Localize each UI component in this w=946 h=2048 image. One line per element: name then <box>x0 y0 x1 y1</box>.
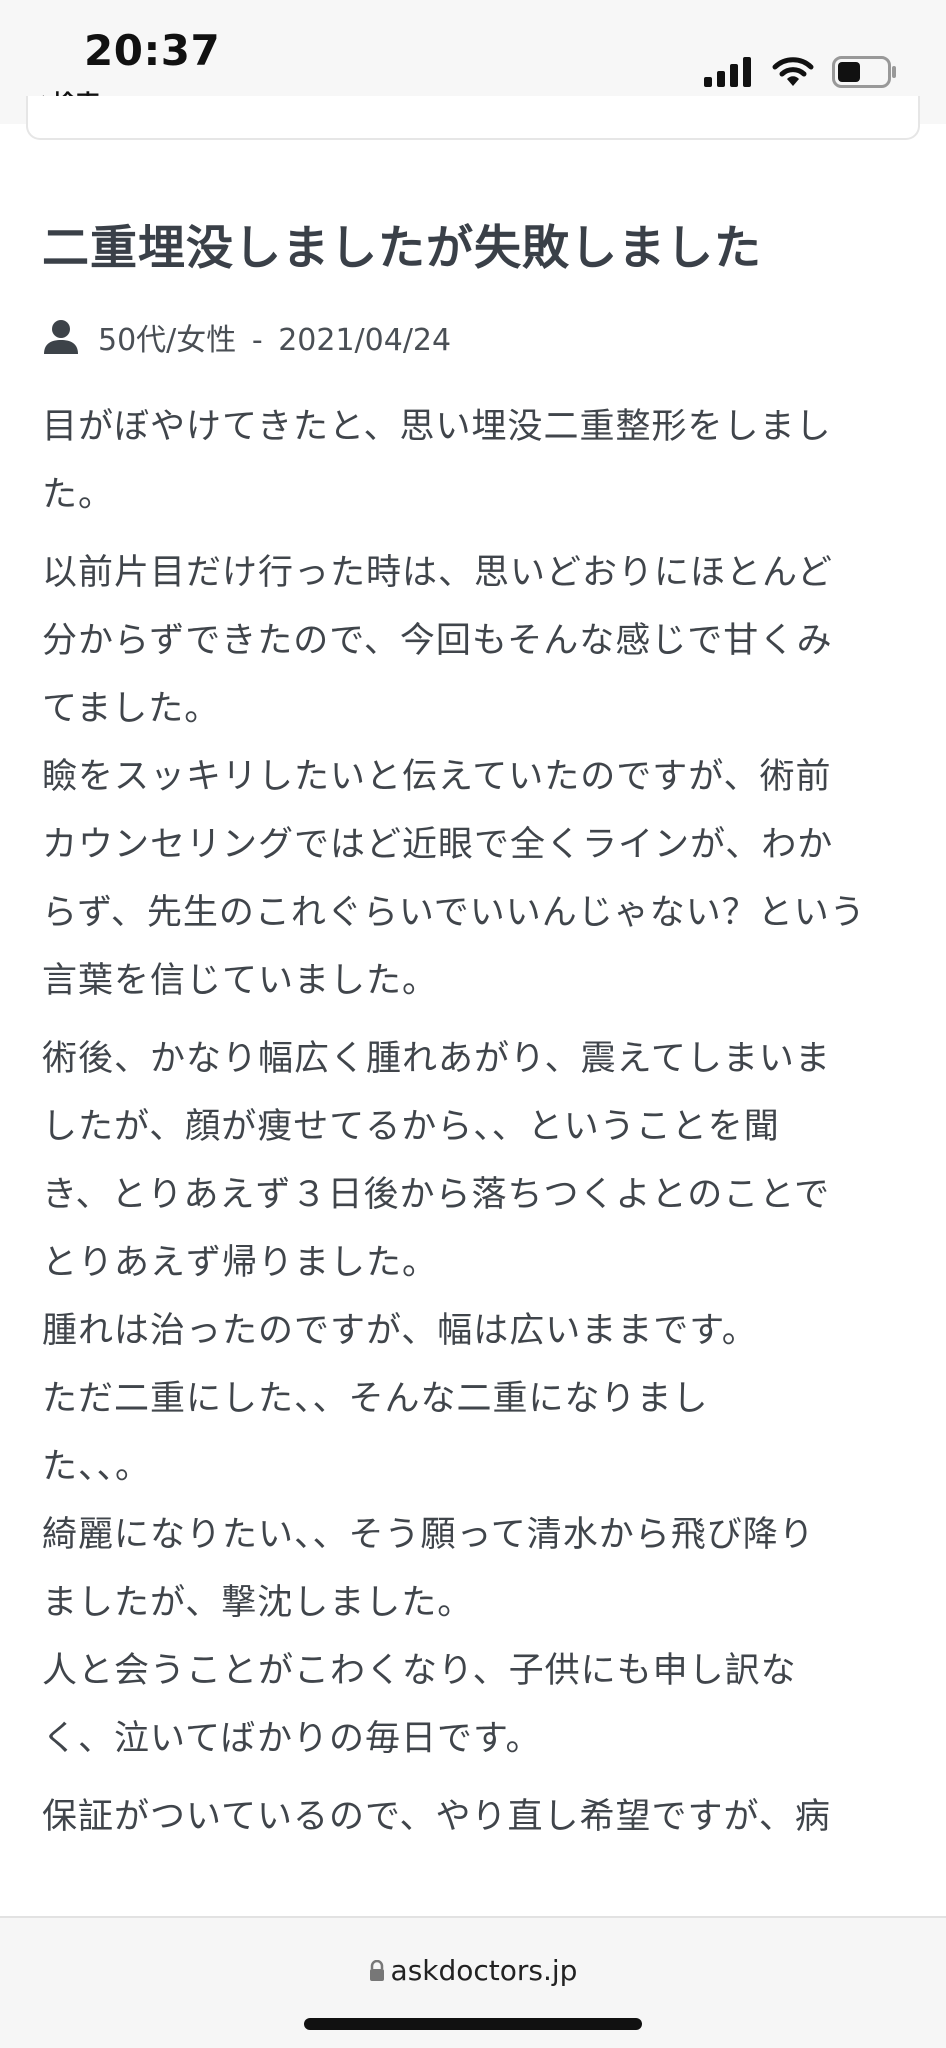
previous-card-edge <box>26 96 920 140</box>
home-indicator[interactable] <box>304 2018 642 2030</box>
wifi-icon <box>772 57 814 86</box>
status-time: 20:37 <box>84 26 221 75</box>
text-line: とりあえず帰りました。 <box>42 1242 439 1283</box>
paragraph-4: 保証がついているので、やり直し希望ですが、病 <box>42 1783 912 1851</box>
text-line: 人と会うことがこわくなり、子供にも申し訳な <box>42 1650 797 1691</box>
cellular-signal-icon <box>704 57 751 87</box>
paragraph-2: 以前片目だけ行った時は、思いどおりにほとんど 分からずできたので、今回もそんな感… <box>42 539 912 1015</box>
text-line: た。 <box>42 474 115 515</box>
text-line: らず、先生のこれぐらいでいいんじゃない？という <box>42 892 866 933</box>
text-line: 保証がついているので、やり直し希望ですが、病 <box>42 1796 831 1837</box>
text-line: 腫れは治ったのですが、幅は広いままです。 <box>42 1310 758 1351</box>
text-line: 術後、かなり幅広く腫れあがり、震えてしまいま <box>42 1038 831 1079</box>
text-line: 言葉を信じていました。 <box>42 960 439 1001</box>
text-line: き、とりあえず３日後から落ちつくよとのことで <box>42 1174 831 1215</box>
text-line: 瞼をスッキリしたいと伝えていたのですが、術前 <box>42 756 832 797</box>
text-line: ましたが、撃沈しました。 <box>42 1582 474 1623</box>
text-line: 目がぼやけてきたと、思い埋没二重整形をしまし <box>42 406 832 447</box>
paragraph-3: 術後、かなり幅広く腫れあがり、震えてしまいま したが、顔が痩せてるから、、という… <box>42 1025 912 1773</box>
text-line: 綺麗になりたい、、そう願って清水から飛び降り <box>42 1514 815 1555</box>
paragraph-1: 目がぼやけてきたと、思い埋没二重整形をしまし た。 <box>42 393 912 529</box>
url-display[interactable]: askdoctors.jp <box>0 1954 946 1987</box>
text-line: したが、顔が痩せてるから、、ということを聞 <box>42 1106 780 1147</box>
article-body: 目がぼやけてきたと、思い埋没二重整形をしまし た。 以前片目だけ行った時は、思い… <box>42 393 912 1851</box>
text-line: く、泣いてばかりの毎日です。 <box>42 1718 542 1759</box>
battery-icon <box>832 56 896 88</box>
text-line: てました。 <box>42 688 221 729</box>
status-icons <box>704 56 898 88</box>
text-line: 以前片目だけ行った時は、思いどおりにほとんど <box>42 552 833 593</box>
screen: 20:37 ◀ 検索 二重埋没しましたが失 <box>0 0 946 2048</box>
post-date: 2021/04/24 <box>278 322 452 358</box>
article: 二重埋没しましたが失敗しました 50代/女性 - 2021/04/24 目がぼや… <box>42 220 912 1861</box>
person-icon <box>44 319 78 354</box>
text-line: カウンセリングではど近眼で全くラインが、わか <box>42 824 834 865</box>
author-info: 50代/女性 <box>98 322 237 358</box>
url-text: askdoctors.jp <box>390 1954 578 1987</box>
article-meta: 50代/女性 - 2021/04/24 <box>42 315 912 359</box>
lock-icon <box>369 1959 384 1981</box>
text-line: 分からずできたので、今回もそんな感じで甘くみ <box>42 620 833 661</box>
article-title: 二重埋没しましたが失敗しました <box>42 221 762 276</box>
text-line: ただ二重にした、、そんな二重になりまし <box>42 1378 709 1419</box>
browser-address-bar[interactable]: askdoctors.jp <box>0 1916 946 2048</box>
text-line: た、、。 <box>42 1446 152 1487</box>
